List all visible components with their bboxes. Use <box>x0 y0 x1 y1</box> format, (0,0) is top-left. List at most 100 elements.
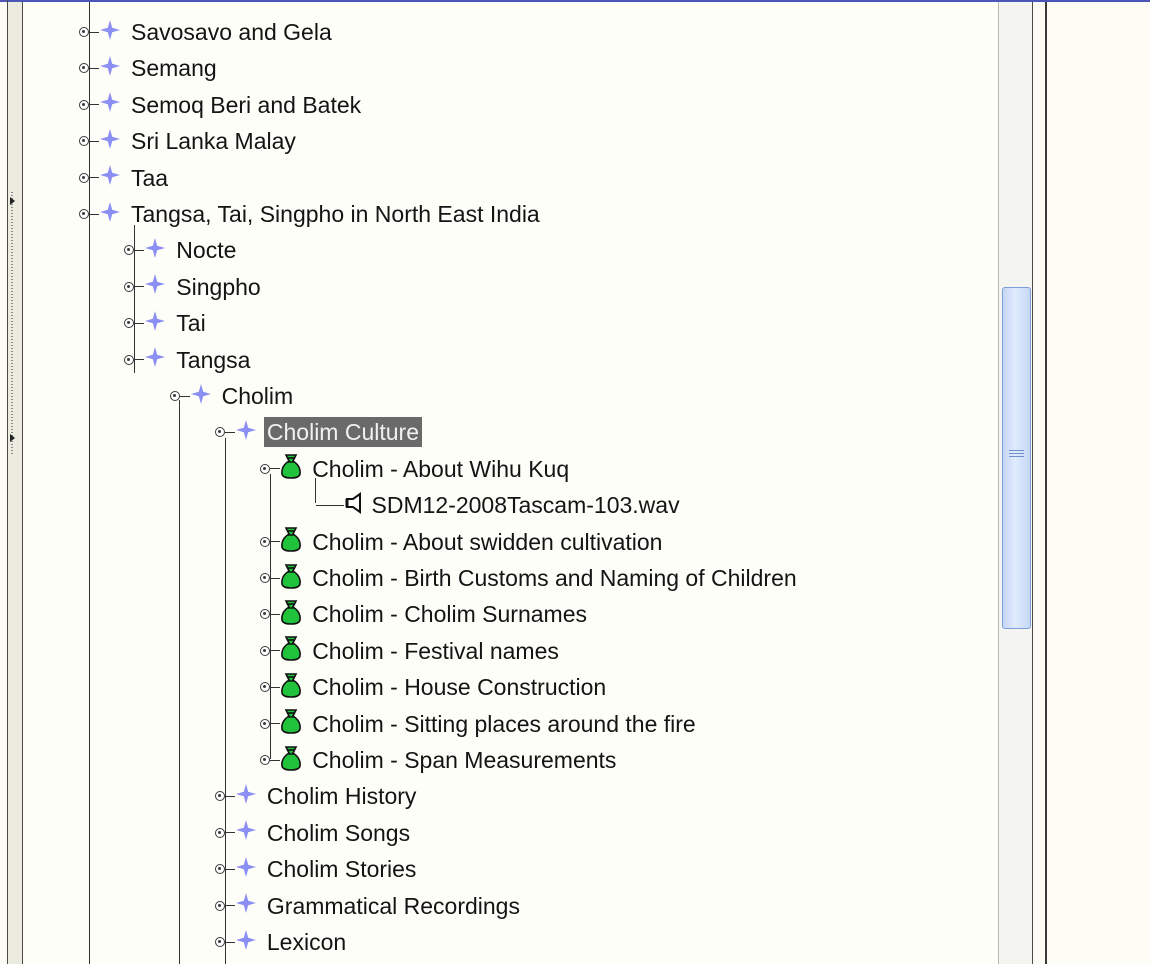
expand-handle-icon[interactable] <box>260 755 271 765</box>
tree-node-label[interactable]: Semoq Beri and Batek <box>128 90 364 120</box>
expand-handle-icon[interactable] <box>260 645 271 656</box>
tree-node[interactable]: Tangsa <box>124 342 253 378</box>
expand-handle-icon[interactable] <box>79 172 89 183</box>
tree-connector <box>224 941 235 943</box>
tree-node[interactable]: Lexicon <box>214 924 349 960</box>
expand-handle-icon[interactable] <box>79 27 89 37</box>
tree-node-label[interactable]: Cholim History <box>264 781 420 811</box>
tree-node-label[interactable]: Cholim - Span Measurements <box>309 745 619 775</box>
expand-handle-icon[interactable] <box>214 937 225 947</box>
collection-diamond-icon <box>235 819 257 846</box>
tree-node[interactable]: Savosavo and Gela <box>79 14 335 50</box>
expand-handle-icon[interactable] <box>260 718 271 729</box>
collapse-handle-icon[interactable] <box>124 354 135 365</box>
collection-diamond-icon <box>99 164 121 191</box>
tree-node-label[interactable]: Cholim - House Construction <box>309 672 609 702</box>
vertical-scrollbar[interactable] <box>998 2 1032 964</box>
tree-node[interactable]: Cholim Stories <box>214 851 420 887</box>
tree-node-label[interactable]: Sri Lanka Malay <box>128 126 299 156</box>
tree-node[interactable]: Cholim <box>169 378 297 414</box>
expand-handle-icon[interactable] <box>79 99 89 110</box>
tree-connector <box>224 431 235 433</box>
tree-node-label[interactable]: Cholim - Birth Customs and Naming of Chi… <box>309 563 799 593</box>
tree-node-label[interactable]: Cholim Culture <box>263 417 422 448</box>
expand-handle-icon[interactable] <box>124 245 135 256</box>
divider-grip-dots[interactable] <box>11 192 13 454</box>
scrollbar-thumb[interactable] <box>1002 287 1031 629</box>
tree-node[interactable]: SDM12-2008Tascam-103.wav <box>315 487 683 523</box>
tree-node[interactable]: Cholim - Festival names <box>260 633 562 669</box>
collection-diamond-icon <box>235 856 257 883</box>
tree-node[interactable]: Cholim History <box>214 778 420 814</box>
expand-handle-icon[interactable] <box>214 900 225 911</box>
tree-node-label[interactable]: Cholim - About Wihu Kuq <box>309 454 572 484</box>
tree-node[interactable]: Semoq Beri and Batek <box>79 87 364 123</box>
expand-handle-icon[interactable] <box>260 573 271 583</box>
detail-panel <box>1047 2 1150 964</box>
tree-node[interactable]: Cholim - House Construction <box>260 669 609 705</box>
expand-handle-icon[interactable] <box>260 536 271 547</box>
expand-handle-icon[interactable] <box>214 864 225 875</box>
tree-node-label[interactable]: SDM12-2008Tascam-103.wav <box>369 490 683 520</box>
panel-border <box>1032 2 1033 964</box>
tree-node-label[interactable]: Semang <box>128 53 220 83</box>
tree-node-label[interactable]: Cholim - Cholim Surnames <box>309 599 590 629</box>
expand-right-arrow-icon[interactable] <box>10 434 15 442</box>
split-pane-divider[interactable] <box>8 2 22 964</box>
expand-right-arrow-icon[interactable] <box>10 197 15 205</box>
collapse-handle-icon[interactable] <box>260 463 271 474</box>
expand-handle-icon[interactable] <box>79 63 89 74</box>
tree-node[interactable]: Grammatical Recordings <box>214 888 523 924</box>
tree-connector <box>89 67 99 69</box>
collapse-handle-icon[interactable] <box>169 391 180 401</box>
tree-node[interactable]: Cholim Culture <box>214 414 422 450</box>
tree-node-label[interactable]: Cholim - About swidden cultivation <box>309 527 665 557</box>
tree-connector <box>270 759 281 761</box>
tree-node-label[interactable]: Tangsa <box>173 345 253 375</box>
tree-node[interactable]: Cholim - About swidden cultivation <box>260 524 665 560</box>
collection-diamond-icon <box>190 383 212 410</box>
tree-node[interactable]: Taa <box>79 160 171 196</box>
tree-connector <box>89 177 99 179</box>
tree-node[interactable]: Cholim - Span Measurements <box>260 742 619 778</box>
expand-handle-icon[interactable] <box>124 281 135 292</box>
expand-handle-icon[interactable] <box>79 136 89 147</box>
expand-handle-icon[interactable] <box>214 791 225 802</box>
tree-node[interactable]: Cholim - Birth Customs and Naming of Chi… <box>260 560 799 596</box>
tree-node-label[interactable]: Cholim <box>219 381 297 411</box>
tree-node-label[interactable]: Cholim - Sitting places around the fire <box>309 709 699 739</box>
tree-node-label[interactable]: Grammatical Recordings <box>264 891 523 921</box>
tree-connector <box>89 213 99 215</box>
tree-node[interactable]: Cholim - Sitting places around the fire <box>260 706 699 742</box>
tree-node-label[interactable]: Cholim - Festival names <box>309 636 562 666</box>
collection-diamond-icon <box>144 346 166 373</box>
tree-node[interactable]: Semang <box>79 50 220 86</box>
tree-node-label[interactable]: Lexicon <box>264 927 349 957</box>
tree-node-label[interactable]: Savosavo and Gela <box>128 17 335 47</box>
tree-node[interactable]: Cholim - Cholim Surnames <box>260 596 590 632</box>
collection-diamond-icon <box>99 128 121 155</box>
tree-connector <box>270 577 281 579</box>
tree-node-label[interactable]: Cholim Stories <box>264 854 420 884</box>
expand-handle-icon[interactable] <box>124 318 135 329</box>
corpus-tree[interactable]: Savosavo and Gela Semang Semoq Beri and Ba… <box>23 2 998 964</box>
tree-node-label[interactable]: Tangsa, Tai, Singpho in North East India <box>128 199 543 229</box>
tree-node[interactable]: Cholim Songs <box>214 815 413 851</box>
collection-diamond-icon <box>99 201 121 228</box>
expand-handle-icon[interactable] <box>214 827 225 838</box>
tree-node-label[interactable]: Tai <box>173 308 208 338</box>
expand-handle-icon[interactable] <box>260 682 271 693</box>
tree-node-label[interactable]: Singpho <box>173 272 263 302</box>
expand-handle-icon[interactable] <box>260 609 271 620</box>
tree-node[interactable]: Sri Lanka Malay <box>79 123 299 159</box>
tree-node[interactable]: Singpho <box>124 269 263 305</box>
tree-node[interactable]: Cholim - About Wihu Kuq <box>260 451 572 487</box>
collapse-handle-icon[interactable] <box>79 209 89 219</box>
tree-node[interactable]: Tai <box>124 305 208 341</box>
tree-node-label[interactable]: Cholim Songs <box>264 818 413 848</box>
tree-node[interactable]: Tangsa, Tai, Singpho in North East India <box>79 196 543 232</box>
collapse-handle-icon[interactable] <box>214 427 225 438</box>
tree-node-label[interactable]: Taa <box>128 163 171 193</box>
tree-node[interactable]: Nocte <box>124 232 239 268</box>
tree-node-label[interactable]: Nocte <box>173 235 239 265</box>
